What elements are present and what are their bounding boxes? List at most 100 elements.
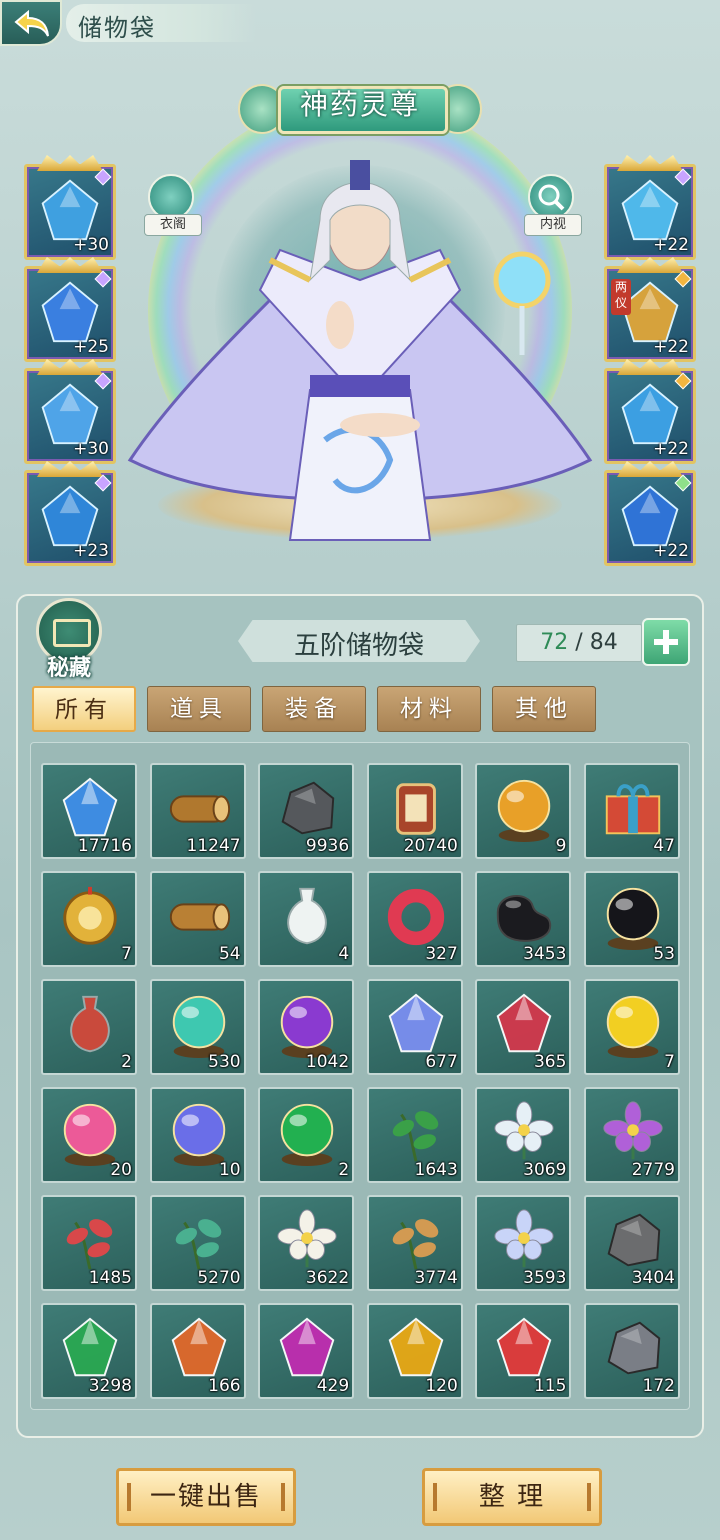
item-slot-black-pearl[interactable]: 53	[584, 871, 680, 967]
item-slot-white-vase[interactable]: 4	[258, 871, 355, 967]
item-slot-dragon-orb[interactable]: 9	[475, 763, 572, 859]
magenta-gem-icon	[279, 1317, 335, 1377]
enhance-level: +25	[73, 337, 109, 357]
item-count: 54	[218, 944, 241, 964]
tab-equipment[interactable]: 装备	[262, 686, 366, 732]
item-slot-spirit-sprout[interactable]: 5270	[149, 1195, 246, 1291]
purple-orb-icon	[280, 995, 334, 1059]
equipment-slot-left-3[interactable]: +30	[24, 359, 116, 464]
slot-crest	[37, 461, 103, 477]
item-count: 3593	[523, 1268, 567, 1288]
wood-bundle-icon	[169, 903, 230, 931]
item-slot-red-ring[interactable]: 327	[366, 871, 463, 967]
bag-name: 五阶储物袋	[293, 631, 424, 661]
equipment-slot-right-2[interactable]: 两仪 +22	[604, 257, 696, 362]
item-slot-gift-box[interactable]: 47	[584, 763, 680, 859]
item-slot-ruby-shard[interactable]: 115	[475, 1303, 572, 1399]
item-slot-green-herb[interactable]: 1643	[366, 1087, 463, 1183]
item-slot-purple-orchid[interactable]: 2779	[584, 1087, 680, 1183]
item-count: 115	[533, 1376, 567, 1396]
capacity-total: 84	[589, 630, 618, 655]
equipment-slot-right-3[interactable]: +22	[604, 359, 696, 464]
silver-ore-icon	[607, 1321, 661, 1375]
page-title: 储物袋	[78, 14, 156, 42]
item-slot-emerald[interactable]: 3298	[41, 1303, 137, 1399]
item-slot-blue-orb[interactable]: 10	[149, 1087, 246, 1183]
tab-all[interactable]: 所有	[32, 686, 136, 732]
wardrobe-button[interactable]: 衣阁	[144, 174, 202, 238]
item-slot-grey-stone[interactable]: 3404	[584, 1195, 680, 1291]
item-count: 1042	[305, 1052, 350, 1072]
item-slot-black-bean[interactable]: 3453	[475, 871, 572, 967]
equipment-slot-left-2[interactable]: +25	[24, 257, 116, 362]
inspect-button[interactable]: 内视	[524, 174, 582, 238]
enhance-level: +30	[73, 235, 109, 255]
black-pearl-icon	[606, 887, 660, 951]
inspect-label: 内视	[524, 214, 582, 236]
equipment-slot-right-1[interactable]: +22	[604, 155, 696, 260]
tab-other[interactable]: 其他	[492, 686, 596, 732]
tab-props[interactable]: 道具	[147, 686, 251, 732]
equipment-icon	[621, 383, 679, 445]
item-slot-golden-mirror[interactable]: 7	[41, 871, 137, 967]
item-slot-seal-token[interactable]: 20740	[366, 763, 463, 859]
item-count: 17716	[77, 836, 132, 856]
jade-orb-icon	[172, 995, 225, 1059]
item-slot-dark-ore[interactable]: 9936	[258, 763, 355, 859]
back-button[interactable]	[0, 0, 62, 46]
bag-name-plate: 五阶储物袋	[238, 620, 480, 662]
capacity-display: 72 / 84	[516, 624, 642, 662]
item-count: 9936	[305, 836, 350, 856]
equipment-slot-left-4[interactable]: +23	[24, 461, 116, 566]
item-slot-amber-shard[interactable]: 166	[149, 1303, 246, 1399]
equipment-icon	[41, 281, 99, 343]
slot-crest	[617, 257, 683, 273]
item-slot-lotus[interactable]: 3069	[475, 1087, 572, 1183]
item-slot-red-gourd[interactable]: 2	[41, 979, 137, 1075]
item-slot-silver-ore[interactable]: 172	[584, 1303, 680, 1399]
hidden-treasure-button[interactable]: 秘藏	[34, 598, 104, 681]
item-count: 7	[664, 1052, 675, 1072]
item-grid[interactable]: 17716 11247 9936 20740 9 47 7 54 4 327 3453 53 2 530 1…	[30, 742, 690, 1410]
equipment-slot-right-4[interactable]: +22	[604, 461, 696, 566]
equipment-icon	[621, 485, 679, 547]
expand-capacity-button[interactable]	[642, 618, 690, 666]
equipment-slot-left-1[interactable]: +30	[24, 155, 116, 260]
item-count: 677	[425, 1052, 458, 1072]
page-title-bar: 储物袋	[66, 4, 256, 42]
rank-title-banner: 神药灵尊	[238, 80, 482, 134]
item-slot-gold-orb[interactable]: 7	[584, 979, 680, 1075]
item-slot-ginseng-root[interactable]: 3774	[366, 1195, 463, 1291]
item-count: 3774	[414, 1268, 458, 1288]
red-ring-icon	[387, 888, 444, 946]
treasure-label: 秘藏	[46, 655, 91, 681]
item-slot-jade-orb[interactable]: 530	[149, 979, 246, 1075]
item-slot-white-flower[interactable]: 3622	[258, 1195, 355, 1291]
item-slot-purple-orb[interactable]: 1042	[258, 979, 355, 1075]
red-mushroom-icon	[66, 1219, 113, 1270]
item-slot-topaz[interactable]: 120	[366, 1303, 463, 1399]
sort-button[interactable]: 整 理	[422, 1468, 602, 1526]
tab-materials[interactable]: 材料	[377, 686, 481, 732]
capacity-separator: /	[568, 630, 590, 655]
sell-all-button[interactable]: 一键出售	[116, 1468, 296, 1526]
top-header: 储物袋	[0, 0, 720, 48]
item-slot-frost-flower[interactable]: 3593	[475, 1195, 572, 1291]
item-count: 166	[208, 1376, 241, 1396]
slot-crest	[617, 461, 683, 477]
item-slot-red-mushroom[interactable]: 1485	[41, 1195, 137, 1291]
item-slot-red-crystal[interactable]: 365	[475, 979, 572, 1075]
item-slot-magenta-gem[interactable]: 429	[258, 1303, 355, 1399]
item-slot-wood-log[interactable]: 11247	[149, 763, 246, 859]
item-slot-wood-bundle[interactable]: 54	[149, 871, 246, 967]
item-slot-green-orb[interactable]: 2	[258, 1087, 355, 1183]
enhance-level: +30	[73, 439, 109, 459]
enhance-level: +22	[653, 337, 689, 357]
item-slot-blue-crystal[interactable]: 17716	[41, 763, 137, 859]
rank-title: 神药灵尊	[299, 88, 420, 121]
frost-flower-icon	[494, 1209, 555, 1268]
item-slot-pink-orb[interactable]: 20	[41, 1087, 137, 1183]
item-slot-violet-crystal[interactable]: 677	[366, 979, 463, 1075]
equipment-icon	[621, 179, 679, 241]
slot-crest	[37, 359, 103, 375]
